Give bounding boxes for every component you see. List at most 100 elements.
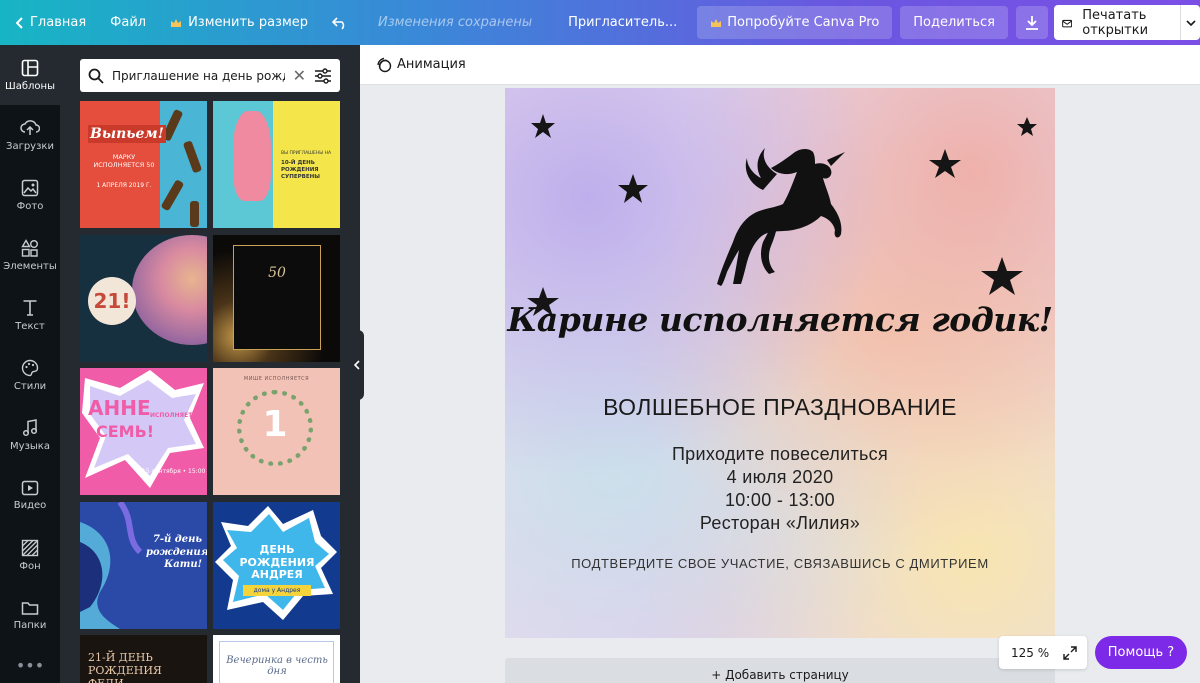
rail-label: Элементы (3, 260, 57, 272)
rail-item-elements[interactable]: Элементы (0, 225, 60, 285)
try-pro-button[interactable]: Попробуйте Canva Pro (697, 6, 893, 39)
animation-icon (377, 57, 392, 72)
help-button[interactable]: Помощь ? (1095, 636, 1187, 669)
thumb-text: МИШЕ ИСПОЛНЯЕТСЯ (243, 376, 310, 382)
print-cards-button[interactable]: Печатать открытки (1053, 5, 1200, 40)
text-icon (23, 299, 37, 316)
thumb-text: АННЕ (88, 396, 151, 420)
star-icon (929, 149, 961, 178)
crown-icon (711, 18, 722, 27)
filter-icon[interactable] (314, 67, 332, 84)
rail-item-video[interactable]: Видео (0, 465, 60, 525)
template-thumbnail[interactable]: 21! (80, 235, 207, 362)
upload-cloud-icon (20, 119, 40, 135)
resize-button[interactable]: Изменить размер (158, 0, 320, 45)
rail-item-music[interactable]: Музыка (0, 405, 60, 465)
more-icon[interactable]: ••• (0, 645, 60, 683)
invitation-line[interactable]: Приходите повеселиться (505, 444, 1055, 465)
rail-label: Стили (13, 380, 47, 392)
star-icon (531, 114, 555, 138)
template-thumbnail[interactable]: 7-й день рождения Кати! (80, 502, 207, 629)
share-button[interactable]: Поделиться (900, 6, 1008, 39)
photo-icon (21, 179, 39, 196)
music-icon (22, 418, 38, 436)
undo-button[interactable] (320, 0, 366, 45)
chevron-down-icon (1186, 19, 1196, 26)
invitation-date[interactable]: 4 июля 2020 (505, 467, 1055, 488)
undo-icon (332, 16, 345, 30)
document-title[interactable]: Пригласитель... (556, 0, 689, 45)
print-options-dropdown[interactable] (1181, 5, 1200, 40)
thumb-text: 10-Й ДЕНЬ РОЖДЕНИЯ СУПЕРВЕНЫ (281, 160, 320, 181)
thumb-text: 1 АПРЕЛЯ 2019 Г. (96, 181, 152, 189)
template-thumbnail[interactable]: 50 (213, 235, 340, 362)
print-cards-main[interactable]: Печатать открытки (1054, 5, 1182, 40)
zoom-level[interactable]: 125 % (1011, 646, 1049, 660)
star-icon (1017, 117, 1037, 136)
search-bar[interactable]: Приглашение на день рожде ✕ (80, 59, 340, 92)
template-thumbnail[interactable]: ДЕНЬ РОЖДЕНИЯ АНДРЕЯ дома у Андрея (213, 502, 340, 629)
thumb-text: МАРКУ ИСПОЛНЯЕТСЯ 50 (93, 153, 155, 170)
download-icon (1025, 15, 1038, 30)
thumb-text: ИСПОЛНЯЕТСЯ (150, 412, 202, 419)
template-thumbnail[interactable]: 21-Й ДЕНЬ РОЖДЕНИЯ ФЕДИ (80, 635, 207, 683)
templates-panel: Приглашение на день рожде ✕ Выпьем! МАРК… (60, 45, 360, 683)
zoom-control[interactable]: 125 % (999, 636, 1087, 669)
templates-icon (21, 59, 39, 76)
animation-label: Анимация (397, 57, 466, 72)
star-icon (618, 174, 648, 203)
crown-icon (171, 18, 182, 27)
collapse-panel-button[interactable] (350, 330, 364, 400)
thumb-text: 15 сентября • 15:00 (142, 468, 206, 475)
expand-icon[interactable] (1063, 645, 1077, 660)
home-button[interactable]: Главная (0, 0, 98, 45)
envelope-icon (1062, 19, 1073, 27)
rail-label: Фон (19, 560, 41, 572)
rail-item-folders[interactable]: Папки (0, 585, 60, 645)
thumb-text: дома у Андрея (243, 585, 311, 596)
design-canvas[interactable]: Карине исполняется годик! ВОЛШЕБНОЕ ПРАЗ… (505, 88, 1055, 638)
template-thumbnail[interactable]: ВЫ ПРИГЛАШЕНЫ НА 10-Й ДЕНЬ РОЖДЕНИЯ СУПЕ… (213, 101, 340, 228)
search-input[interactable]: Приглашение на день рожде (112, 69, 285, 83)
star-icon (981, 257, 1023, 295)
add-page-button[interactable]: + Добавить страницу (505, 658, 1055, 683)
template-thumbnail[interactable]: Выпьем! МАРКУ ИСПОЛНЯЕТСЯ 50 1 АПРЕЛЯ 20… (80, 101, 207, 228)
folder-icon (21, 601, 39, 615)
rail-item-background[interactable]: Фон (0, 525, 60, 585)
thumb-text: 7-й день рождения Кати! (146, 534, 207, 570)
template-thumbnail[interactable]: МИШЕ ИСПОЛНЯЕТСЯ 1 (213, 368, 340, 495)
invitation-title[interactable]: Карине исполняется годик! (505, 300, 1055, 339)
animation-button[interactable]: Анимация (376, 57, 466, 73)
invitation-time[interactable]: 10:00 - 13:00 (505, 490, 1055, 511)
thumb-text: 1 (262, 404, 288, 445)
video-icon (21, 480, 39, 495)
invitation-rsvp[interactable]: ПОДТВЕРДИТЕ СВОЕ УЧАСТИЕ, СВЯЗАВШИСЬ С Д… (505, 556, 1055, 571)
rail-label: Фото (16, 200, 44, 212)
unicorn-silhouette-icon (717, 148, 845, 286)
rail-item-uploads[interactable]: Загрузки (0, 105, 60, 165)
rail-item-templates[interactable]: Шаблоны (0, 45, 60, 105)
rail-item-styles[interactable]: Стили (0, 345, 60, 405)
save-status: Изменения сохранены (378, 15, 533, 30)
bottle-pattern-image (161, 109, 202, 227)
thumb-text: 50 (268, 265, 286, 281)
rail-label: Шаблоны (5, 80, 55, 92)
thumb-text: 21! (88, 277, 136, 325)
invitation-venue[interactable]: Ресторан «Лилия» (505, 513, 1055, 534)
rail-label: Текст (15, 320, 45, 332)
elements-icon (21, 238, 38, 257)
rail-item-text[interactable]: Текст (0, 285, 60, 345)
chevron-left-icon (354, 360, 360, 370)
side-rail: Шаблоны Загрузки Фото Элементы Текст Сти… (0, 45, 60, 683)
invitation-subtitle[interactable]: ВОЛШЕБНОЕ ПРАЗДНОВАНИЕ (505, 394, 1055, 421)
download-button[interactable] (1015, 6, 1048, 39)
template-thumbnail[interactable]: АННЕ ИСПОЛНЯЕТСЯ СЕМЬ! 15 сентября • 15:… (80, 368, 207, 495)
rail-label: Видео (13, 499, 47, 511)
thumb-text: Выпьем! (88, 125, 166, 143)
clear-search-icon[interactable]: ✕ (293, 66, 306, 85)
rail-item-photos[interactable]: Фото (0, 165, 60, 225)
background-icon (21, 539, 39, 556)
template-thumbnail[interactable]: Вечеринка в честь дня (213, 635, 340, 683)
print-cards-label: Печатать открытки (1082, 7, 1149, 38)
file-menu[interactable]: Файл (98, 0, 158, 45)
